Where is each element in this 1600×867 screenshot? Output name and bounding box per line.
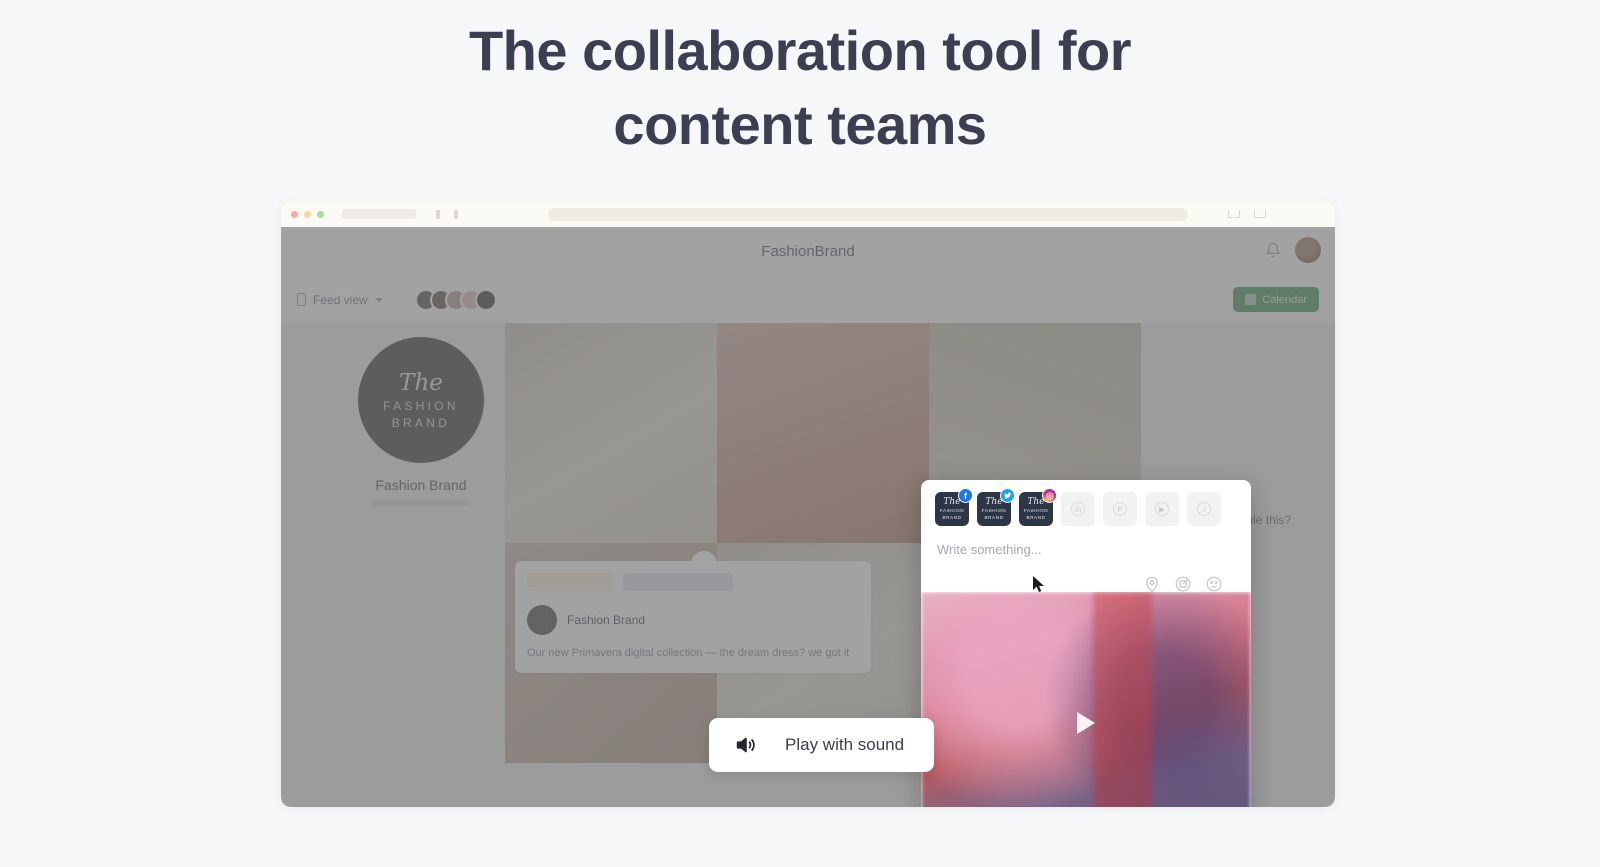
status-badge (527, 573, 613, 591)
location-pin-icon[interactable] (1143, 575, 1161, 593)
collaborator-avatars[interactable] (414, 288, 497, 311)
target-icon[interactable] (1174, 575, 1192, 593)
linkedin-icon: in (1071, 502, 1085, 516)
play-triangle-icon[interactable] (1077, 712, 1095, 734)
brand-logo-line-1: FASHION (1023, 507, 1049, 513)
post-author: Fashion Brand (567, 613, 646, 627)
profile-panel: The FASHION BRAND Fashion Brand (321, 337, 521, 506)
brand-logo-line-2: BRAND (984, 514, 1004, 520)
traffic-lights (291, 210, 324, 218)
app-toolbar: Feed view Calendar (281, 275, 1335, 323)
avatar (527, 605, 557, 635)
media-thumbnail (921, 592, 1251, 807)
chevron-down-icon (374, 297, 383, 302)
mouse-cursor (1033, 576, 1044, 592)
status-badge (623, 573, 733, 591)
profile-name: Fashion Brand (375, 477, 467, 493)
emoji-smiley-icon[interactable] (1205, 575, 1223, 593)
avatar (474, 288, 497, 311)
maximize-window-dot (317, 210, 324, 218)
youtube-slot[interactable]: ▶ (1145, 492, 1179, 526)
avatar[interactable] (1295, 237, 1321, 263)
tiktok-icon: ♪ (1197, 502, 1211, 516)
composer-header: The FASHION BRAND f The FASHION BRAND Th… (921, 480, 1251, 603)
close-window-dot (291, 210, 298, 218)
view-selector-label: Feed view (313, 292, 368, 307)
app-header-actions (1265, 237, 1321, 263)
facebook-icon: f (958, 488, 973, 503)
speaker-icon (736, 737, 755, 753)
post-header: Fashion Brand (527, 605, 859, 635)
app-title: FashionBrand (761, 242, 855, 260)
media-accent (1092, 592, 1152, 807)
composer-media-preview[interactable] (921, 592, 1251, 807)
page-title: The collaboration tool for content teams (0, 14, 1600, 162)
calendar-icon (1245, 294, 1257, 305)
feed-thumbnail[interactable] (505, 323, 717, 543)
app-header: FashionBrand (281, 227, 1335, 275)
profile-handle-placeholder (371, 500, 471, 506)
brand-logo-line-2: BRAND (391, 416, 451, 430)
composer-text-input[interactable]: Write something... (937, 542, 1235, 557)
view-selector[interactable]: Feed view (297, 293, 383, 307)
twitter-icon (1000, 488, 1015, 503)
twitter-account[interactable]: The FASHION BRAND (977, 488, 1015, 526)
publish-button-label: Calendar (1262, 293, 1307, 306)
play-with-sound-button[interactable]: Play with sound (709, 718, 935, 772)
post-body: Our new Primavera digital collection — t… (527, 647, 850, 659)
post-composer-modal[interactable]: The FASHION BRAND f The FASHION BRAND Th… (921, 480, 1251, 807)
bell-icon[interactable] (1265, 242, 1281, 258)
facebook-account[interactable]: The FASHION BRAND f (935, 488, 973, 526)
address-bar (548, 207, 1188, 221)
browser-chrome (281, 201, 1335, 227)
pinterest-slot[interactable]: P (1103, 492, 1137, 526)
browser-window-controls (1228, 210, 1266, 218)
tiktok-slot[interactable]: ♪ (1187, 492, 1221, 526)
pinterest-icon: P (1113, 502, 1127, 516)
post-status-chips (527, 573, 859, 591)
brand-logo-script: The (399, 370, 443, 396)
instagram-account[interactable]: The FASHION BRAND (1019, 488, 1057, 526)
youtube-icon: ▶ (1155, 502, 1169, 516)
brand-logo-line-1: FASHION (939, 507, 965, 513)
post-card[interactable]: Fashion Brand Our new Primavera digital … (515, 561, 871, 673)
publish-button[interactable]: Calendar (1233, 287, 1319, 312)
browser-tab (342, 209, 416, 219)
brand-logo-line-1: FASHION (383, 399, 459, 413)
play-with-sound-label: Play with sound (785, 735, 905, 754)
brand-logo-line-1: FASHION (981, 507, 1007, 513)
phone-icon (297, 293, 306, 306)
brand-logo: The FASHION BRAND (358, 337, 484, 463)
account-selector: The FASHION BRAND f The FASHION BRAND Th… (935, 488, 1237, 526)
browser-nav-buttons (436, 209, 458, 219)
landing-page: The collaboration tool for content teams… (0, 0, 1600, 867)
feed-thumbnail[interactable] (717, 323, 929, 543)
brand-logo-line-2: BRAND (942, 514, 962, 520)
brand-logo-line-2: BRAND (1026, 514, 1046, 520)
demo-video-player[interactable]: FashionBrand Feed view Calendar The FASH… (281, 201, 1335, 807)
instagram-icon (1042, 488, 1057, 503)
headline-line-2: content teams (613, 93, 987, 156)
headline-line-1: The collaboration tool for (468, 19, 1132, 82)
minimize-window-dot (304, 210, 311, 218)
linkedin-slot[interactable]: in (1061, 492, 1095, 526)
